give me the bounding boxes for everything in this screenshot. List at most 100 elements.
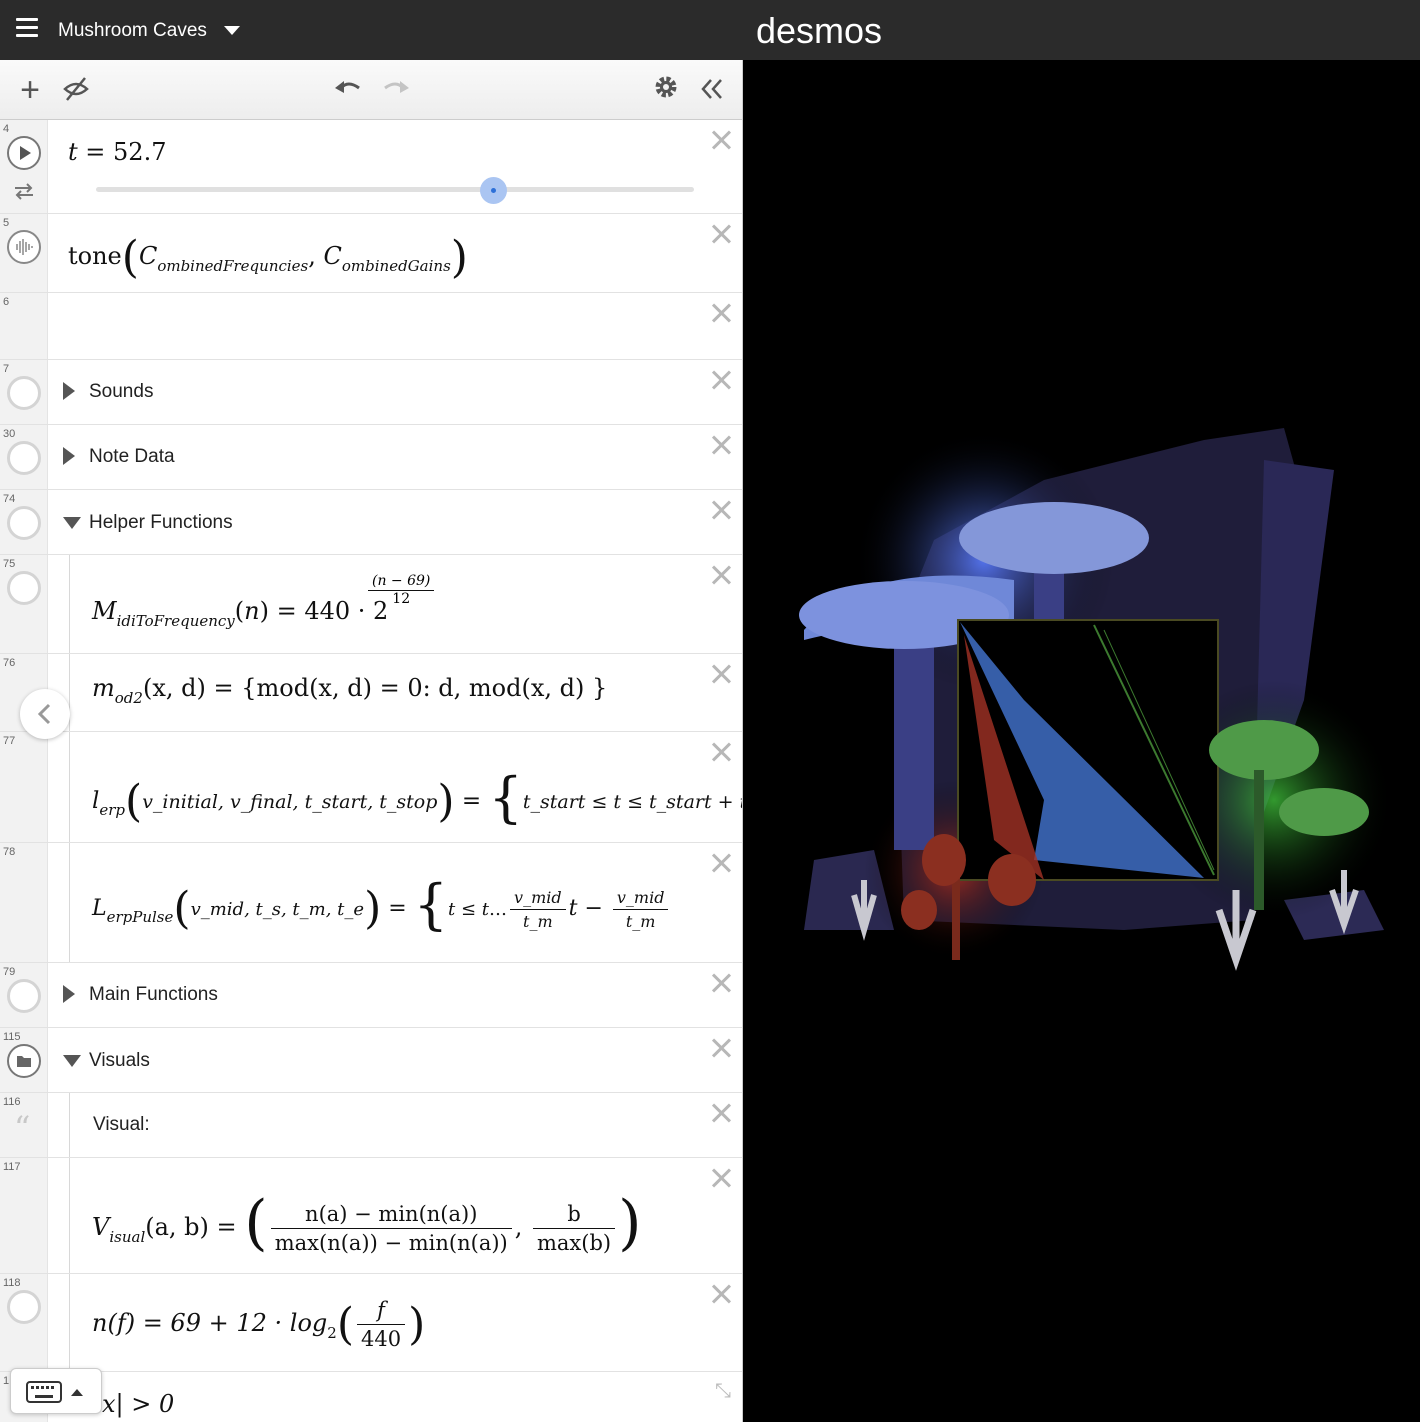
- expression-row-lerp-pulse[interactable]: 78 LerpPulse(v_mid, t_s, t_m, t_e) = {t …: [0, 843, 742, 963]
- line-number: 7: [3, 363, 10, 375]
- line-number: 75: [3, 558, 16, 570]
- play-icon[interactable]: [7, 136, 41, 170]
- row-gutter: 79: [0, 963, 48, 1027]
- visibility-toggle[interactable]: [7, 441, 41, 475]
- chevron-right-icon[interactable]: [63, 447, 75, 465]
- folder-title[interactable]: Note Data: [89, 446, 175, 468]
- expand-icon[interactable]: ⤡: [715, 1380, 731, 1403]
- row-gutter: 74: [0, 490, 48, 554]
- slider-expression[interactable]: t = 52.7: [68, 138, 166, 166]
- note-row[interactable]: 116 “ Visual:: [0, 1093, 742, 1158]
- folder-icon[interactable]: [7, 1044, 41, 1078]
- close-icon[interactable]: [709, 1282, 733, 1306]
- fraction-denominator: max(b): [537, 1231, 612, 1255]
- chevron-down-icon[interactable]: [63, 517, 81, 529]
- expression-row-mod2[interactable]: 76 mod2(x, d) = {mod(x, d) = 0: d, mod(x…: [0, 654, 742, 732]
- close-icon[interactable]: [709, 1036, 733, 1060]
- folder-visuals[interactable]: 115 Visuals: [0, 1028, 742, 1093]
- line-number: 78: [3, 846, 16, 858]
- line-number: 118: [3, 1277, 21, 1289]
- visibility-toggle[interactable]: [7, 571, 41, 605]
- visibility-off-icon[interactable]: [60, 74, 92, 106]
- visibility-toggle[interactable]: [7, 506, 41, 540]
- close-icon[interactable]: [709, 301, 733, 325]
- close-icon[interactable]: [709, 563, 733, 587]
- close-icon[interactable]: [709, 971, 733, 995]
- folder-main-functions[interactable]: 79 Main Functions: [0, 963, 742, 1028]
- note-text[interactable]: Visual:: [93, 1114, 150, 1136]
- chevron-right-icon[interactable]: [63, 985, 75, 1003]
- undo-icon[interactable]: [332, 74, 364, 106]
- chevron-left-icon[interactable]: [20, 689, 70, 739]
- plus-icon[interactable]: +: [14, 73, 46, 107]
- math-expression[interactable]: MidiToFrequency(n) = 440 · 2: [92, 597, 388, 630]
- folder-title[interactable]: Main Functions: [89, 984, 218, 1006]
- math-expression[interactable]: Visual(a, b) = (n(a) − min(n(a)) max(n(a)…: [92, 1188, 642, 1258]
- expression-rhs: t_start ≤ t ≤ t_start + t_stop : v_initi…: [522, 791, 742, 813]
- fraction-denominator: max(n(a)) − min(n(a)): [274, 1231, 508, 1255]
- redo-icon[interactable]: [380, 74, 412, 106]
- expression-rhs: = {mod(x, d) = 0: d, mod(x, d) }: [213, 674, 608, 702]
- gear-icon[interactable]: [650, 74, 682, 106]
- folder-sounds[interactable]: 7 Sounds: [0, 360, 742, 425]
- row-gutter: 118: [0, 1274, 48, 1371]
- close-icon[interactable]: [709, 433, 733, 457]
- close-icon[interactable]: [709, 128, 733, 152]
- folder-title[interactable]: Sounds: [89, 381, 153, 403]
- slider-thumb[interactable]: [480, 177, 508, 204]
- caret-down-icon[interactable]: [224, 26, 240, 35]
- folder-indent: [69, 1158, 70, 1273]
- math-expression[interactable]: lerp(v_initial, v_final, t_start, t_stop…: [92, 766, 742, 829]
- close-icon[interactable]: [709, 662, 733, 686]
- math-expression[interactable]: x| > 0: [102, 1390, 174, 1418]
- function-name: L: [92, 896, 107, 921]
- graph-title[interactable]: Mushroom Caves: [58, 20, 207, 42]
- line-number: 79: [3, 966, 16, 978]
- fraction-numerator: f: [356, 1298, 406, 1325]
- expression-row-lerp[interactable]: 77 lerp(v_initial, v_final, t_start, t_s…: [0, 732, 742, 843]
- row-gutter: 115: [0, 1028, 48, 1092]
- math-expression[interactable]: n(f) = 69 + 12 · log2(f 440): [92, 1298, 425, 1351]
- slider-track[interactable]: [96, 187, 694, 192]
- chevron-right-icon[interactable]: [63, 382, 75, 400]
- visibility-toggle[interactable]: [7, 376, 41, 410]
- close-icon[interactable]: [709, 1166, 733, 1190]
- double-chevron-left-icon[interactable]: [696, 74, 728, 106]
- expression-row-partial[interactable]: 1 x| > 0 ⤡: [0, 1372, 742, 1422]
- expression-text: x| > 0: [102, 1390, 175, 1418]
- sound-icon[interactable]: [7, 230, 41, 264]
- graph-canvas[interactable]: [744, 60, 1420, 1422]
- close-icon[interactable]: [709, 498, 733, 522]
- chevron-down-icon[interactable]: [63, 1055, 81, 1067]
- folder-note-data[interactable]: 30 Note Data: [0, 425, 742, 490]
- close-icon[interactable]: [709, 851, 733, 875]
- expression-row-midi-to-frequency[interactable]: 75 MidiToFrequency(n) = 440 · 2 (n − 69)…: [0, 555, 742, 654]
- expression-row-slider[interactable]: 4 t = 52.7 −1 80: [0, 120, 742, 258]
- loop-icon[interactable]: [13, 182, 35, 200]
- visibility-toggle[interactable]: [7, 1290, 41, 1324]
- keyboard-icon[interactable]: [10, 1368, 102, 1414]
- folder-helper-functions[interactable]: 74 Helper Functions: [0, 490, 742, 555]
- expression-row-empty[interactable]: 6: [0, 293, 742, 360]
- folder-title[interactable]: Helper Functions: [89, 512, 233, 534]
- slider-value: 52.7: [113, 138, 167, 166]
- arg-subscript: ombinedGains: [341, 257, 451, 275]
- tone-expression[interactable]: tone(CombinedFrequncies, CombinedGains): [68, 232, 468, 283]
- close-icon[interactable]: [709, 368, 733, 392]
- math-expression[interactable]: LerpPulse(v_mid, t_s, t_m, t_e) = {t ≤ t…: [92, 873, 671, 936]
- math-expression[interactable]: mod2(x, d) = {mod(x, d) = 0: d, mod(x, d…: [92, 674, 607, 707]
- close-icon[interactable]: [709, 740, 733, 764]
- menu-icon[interactable]: [16, 18, 40, 42]
- fraction-numerator: v_mid: [612, 888, 669, 910]
- close-icon[interactable]: [709, 222, 733, 246]
- log-base: 2: [327, 1324, 337, 1342]
- function-name: m: [92, 674, 115, 702]
- expression-row-note-number[interactable]: 118 n(f) = 69 + 12 · log2(f 440): [0, 1274, 742, 1372]
- close-icon[interactable]: [709, 1101, 733, 1125]
- visibility-toggle[interactable]: [7, 979, 41, 1013]
- expression-row-visual[interactable]: 117 Visual(a, b) = (n(a) − min(n(a)) max(…: [0, 1158, 742, 1274]
- expression-rhs: t ≤ t: [448, 899, 490, 920]
- folder-title[interactable]: Visuals: [89, 1050, 150, 1072]
- expression-row-tone[interactable]: 5 tone(CombinedFrequncies, CombinedGains…: [0, 214, 742, 293]
- function-subscript: erp: [99, 801, 126, 819]
